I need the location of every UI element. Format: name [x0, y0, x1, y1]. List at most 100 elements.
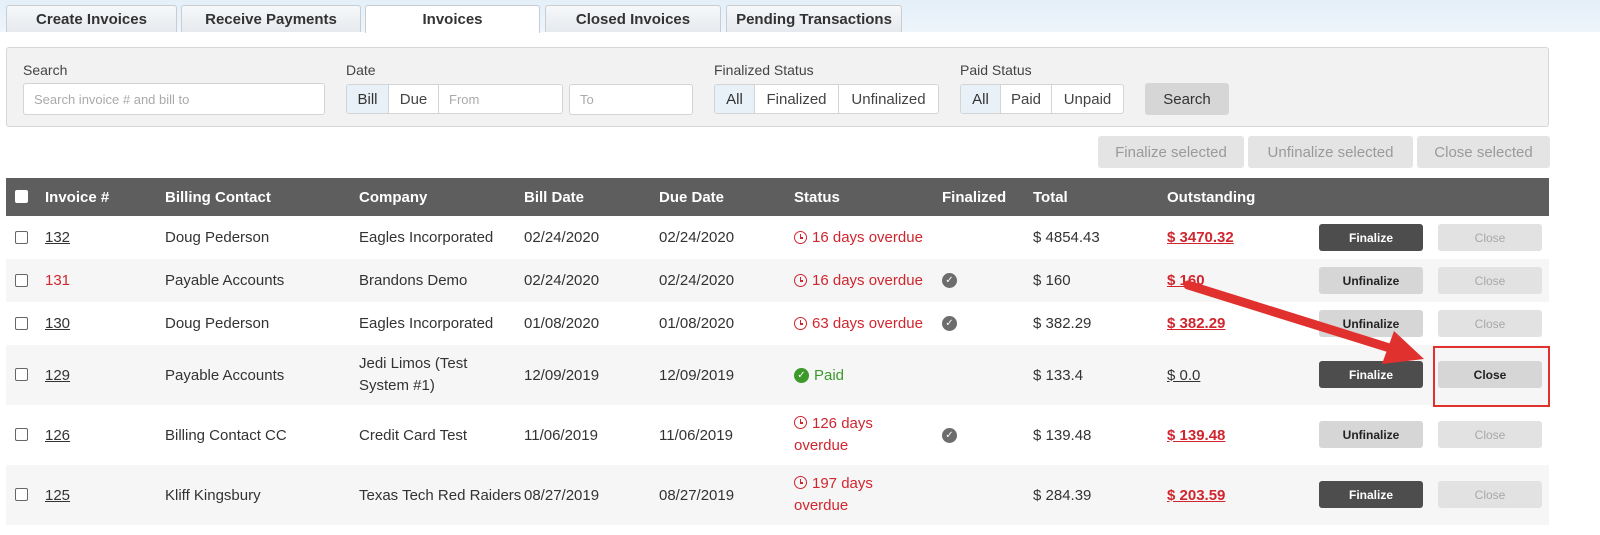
tab-closed-invoices[interactable]: Closed Invoices	[545, 5, 721, 32]
col-bill-date[interactable]: Bill Date	[524, 178, 584, 216]
finalize-button[interactable]: Finalize	[1319, 361, 1423, 388]
date-due-option[interactable]: Due	[389, 85, 439, 113]
tab-receive-payments[interactable]: Receive Payments	[181, 5, 361, 32]
close-button[interactable]: Close	[1438, 310, 1542, 337]
outstanding-link[interactable]: $ 203.59	[1167, 487, 1225, 504]
close-selected-button[interactable]: Close selected	[1417, 136, 1550, 168]
clock-icon	[794, 274, 807, 287]
close-button[interactable]: Close	[1438, 224, 1542, 251]
due-date: 11/06/2019	[659, 426, 733, 444]
search-button[interactable]: Search	[1145, 83, 1229, 115]
close-button[interactable]: Close	[1438, 267, 1542, 294]
finalized-finalized-option[interactable]: Finalized	[755, 85, 839, 113]
date-from-input[interactable]: From	[439, 85, 562, 113]
bill-date: 02/24/2020	[524, 229, 600, 246]
unfinalize-button[interactable]: Unfinalize	[1319, 267, 1423, 294]
close-button[interactable]: Close	[1438, 421, 1542, 448]
status-text: 126 days	[812, 415, 873, 432]
unfinalize-button[interactable]: Unfinalize	[1319, 421, 1423, 448]
row-checkbox[interactable]	[15, 317, 28, 330]
tab-create-invoices[interactable]: Create Invoices	[6, 5, 177, 32]
col-billing-contact[interactable]: Billing Contact	[165, 178, 271, 216]
billing-contact: Doug Pederson	[165, 229, 270, 246]
finalize-selected-button[interactable]: Finalize selected	[1098, 136, 1244, 168]
company: Texas Tech Red Raiders	[359, 486, 522, 504]
finalized-status-label: Finalized Status	[714, 62, 814, 78]
outstanding-link[interactable]: $ 3470.32	[1167, 229, 1234, 246]
table-row: 125 Kliff Kingsbury Texas Tech Red Raide…	[6, 465, 1549, 525]
col-due-date[interactable]: Due Date	[659, 178, 724, 216]
bill-date: 01/08/2020	[524, 315, 600, 332]
status-cell: 16 days overdue	[794, 216, 923, 259]
due-date: 02/24/2020	[659, 272, 735, 289]
table-row: 131 Payable Accounts Brandons Demo 02/24…	[6, 259, 1549, 302]
date-bill-option[interactable]: Bill	[347, 85, 389, 113]
status-cell: ✓ Paid	[794, 345, 844, 405]
invoice-link[interactable]: 130	[45, 315, 70, 332]
invoice-link[interactable]: 125	[45, 487, 70, 504]
total: $ 133.4	[1033, 366, 1084, 384]
total: $ 4854.43	[1033, 229, 1100, 246]
status-cell: 16 days overdue	[794, 259, 923, 302]
row-checkbox[interactable]	[15, 231, 28, 244]
total: $ 139.48	[1033, 426, 1092, 444]
date-to-input[interactable]: To	[569, 84, 693, 115]
col-finalized[interactable]: Finalized	[942, 178, 1006, 216]
invoice-link[interactable]: 126	[45, 427, 70, 444]
finalized-check-icon: ✓	[942, 316, 957, 331]
col-status[interactable]: Status	[794, 178, 840, 216]
company: Brandons Demo	[359, 272, 468, 289]
status-text: 16 days overdue	[812, 229, 923, 246]
bill-date: 11/06/2019	[524, 426, 598, 444]
col-outstanding[interactable]: Outstanding	[1167, 178, 1255, 216]
outstanding-link[interactable]: $ 382.29	[1167, 315, 1225, 332]
row-checkbox[interactable]	[15, 368, 28, 381]
paid-unpaid-option[interactable]: Unpaid	[1052, 85, 1123, 113]
row-checkbox[interactable]	[15, 428, 28, 441]
col-invoice[interactable]: Invoice #	[45, 178, 109, 216]
date-label: Date	[346, 62, 376, 78]
company-line: Jedi Limos (Test	[359, 355, 468, 372]
row-checkbox[interactable]	[15, 274, 28, 287]
invoice-link[interactable]: 132	[45, 229, 70, 246]
company: Jedi Limos (Test System #1)	[359, 345, 467, 405]
table-row: 130 Doug Pederson Eagles Incorporated 01…	[6, 302, 1549, 345]
paid-all-option[interactable]: All	[961, 85, 1001, 113]
company-line: System #1)	[359, 377, 435, 394]
search-input[interactable]: Search invoice # and bill to	[23, 83, 325, 115]
unfinalize-button[interactable]: Unfinalize	[1319, 310, 1423, 337]
tab-invoices[interactable]: Invoices	[365, 5, 540, 33]
finalize-button[interactable]: Finalize	[1319, 481, 1423, 508]
outstanding-link[interactable]: $ 160	[1167, 272, 1205, 289]
paid-status-group: All Paid Unpaid	[960, 84, 1124, 114]
outstanding-link[interactable]: $ 0.0	[1167, 367, 1200, 384]
finalized-unfinalized-option[interactable]: Unfinalized	[839, 85, 938, 113]
status-cell: 197 days overdue	[794, 465, 873, 525]
status-text: 197 days	[812, 475, 873, 492]
tab-pending-transactions[interactable]: Pending Transactions	[726, 5, 902, 32]
close-button[interactable]: Close	[1438, 361, 1542, 388]
row-checkbox[interactable]	[15, 488, 28, 501]
col-total[interactable]: Total	[1033, 178, 1068, 216]
finalized-status-group: All Finalized Unfinalized	[714, 84, 939, 114]
check-circle-icon: ✓	[794, 367, 809, 383]
clock-icon	[794, 231, 807, 244]
select-all-checkbox[interactable]	[15, 190, 28, 203]
close-button[interactable]: Close	[1438, 481, 1542, 508]
invoice-link[interactable]: 131	[45, 272, 70, 289]
due-date: 12/09/2019	[659, 366, 735, 384]
col-company[interactable]: Company	[359, 178, 427, 216]
invoice-link[interactable]: 129	[45, 367, 70, 384]
paid-paid-option[interactable]: Paid	[1001, 85, 1052, 113]
finalized-all-option[interactable]: All	[715, 85, 755, 113]
status-cell: 63 days overdue	[794, 302, 923, 345]
unfinalize-selected-button[interactable]: Unfinalize selected	[1248, 136, 1413, 168]
total: $ 160	[1033, 272, 1071, 289]
status-text: overdue	[794, 497, 849, 514]
company: Eagles Incorporated	[359, 315, 494, 332]
status-text: 63 days overdue	[812, 315, 923, 332]
status-text: 16 days overdue	[812, 272, 923, 289]
outstanding-link[interactable]: $ 139.48	[1167, 427, 1225, 444]
billing-contact: Payable Accounts	[165, 272, 285, 289]
finalize-button[interactable]: Finalize	[1319, 224, 1423, 251]
